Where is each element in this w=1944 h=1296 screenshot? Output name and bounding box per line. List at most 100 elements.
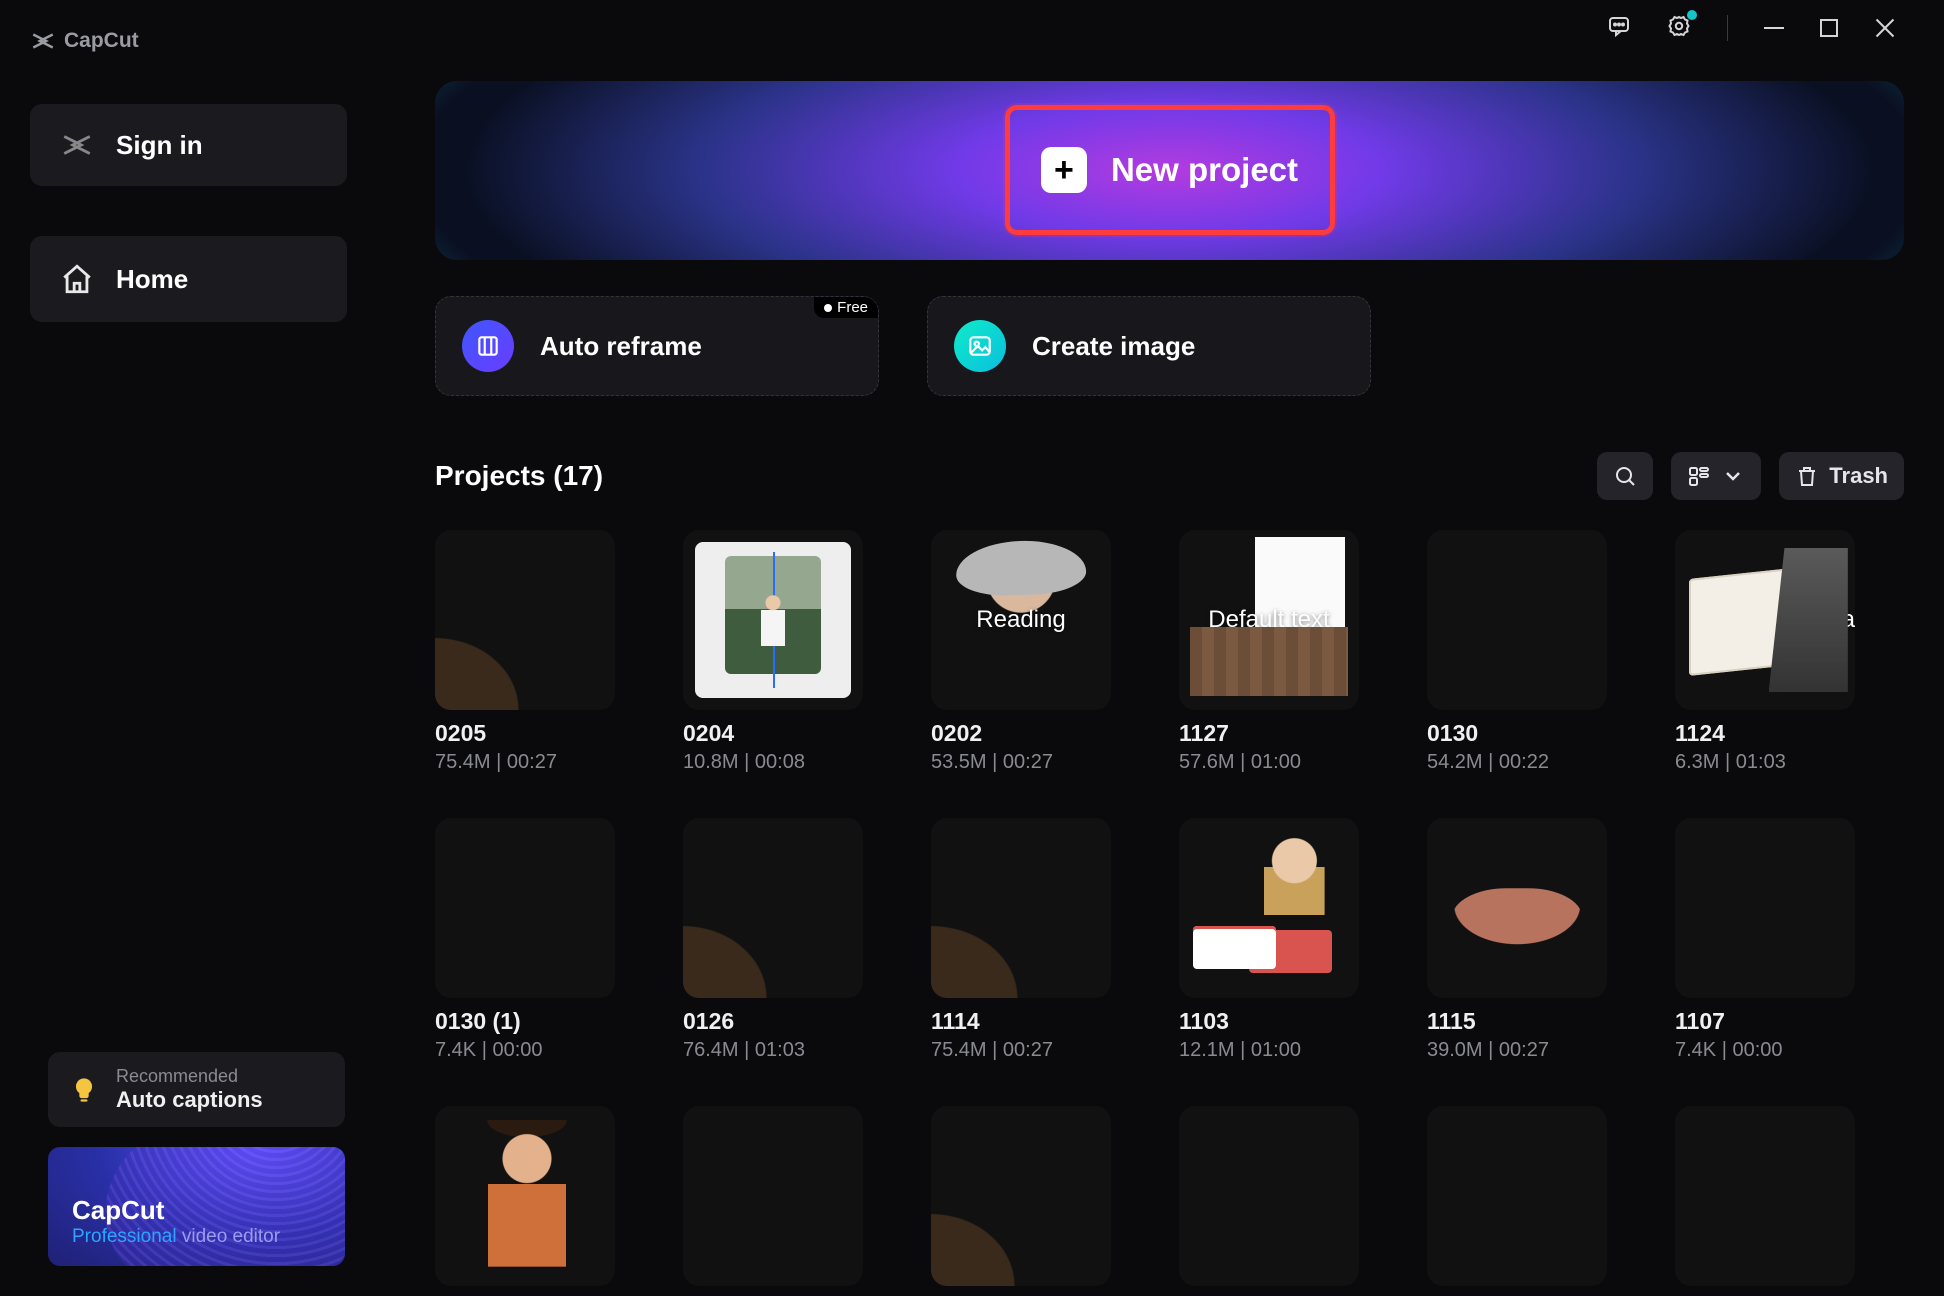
projects-heading: Projects (17): [435, 460, 603, 492]
project-name: 1107: [1675, 1008, 1855, 1035]
create-image-icon: [954, 320, 1006, 372]
project-meta: 10.8M | 00:08: [683, 751, 863, 774]
home-label: Home: [116, 264, 188, 295]
project-card: rea 1124 6.3M | 01:03: [1675, 530, 1855, 774]
project-card: Default text 1127 57.6M | 01:00: [1179, 530, 1359, 774]
project-thumbnail[interactable]: Default text: [1179, 530, 1359, 710]
projects-grid: 0205 75.4M | 00:27 0204 10.8M | 00:08 Readin…: [435, 530, 1904, 1296]
project-thumbnail[interactable]: [1179, 818, 1359, 998]
project-thumbnail[interactable]: [435, 818, 615, 998]
window-maximize-button[interactable]: [1820, 19, 1838, 37]
project-card: [1427, 1106, 1607, 1296]
create-image-tile[interactable]: Create image: [927, 296, 1371, 396]
project-meta: 75.4M | 00:27: [435, 751, 615, 774]
project-thumbnail[interactable]: [435, 530, 615, 710]
project-thumbnail[interactable]: [1427, 530, 1607, 710]
project-name: 0202: [931, 720, 1111, 747]
lightbulb-icon: [70, 1076, 98, 1104]
sidebar: CapCut Sign in Home Recommended Auto cap…: [0, 0, 395, 1296]
project-meta: 12.1M | 01:00: [1179, 1039, 1359, 1062]
project-card: Reading 0202 53.5M | 00:27: [931, 530, 1111, 774]
project-thumbnail[interactable]: [1675, 818, 1855, 998]
project-card: [683, 1106, 863, 1296]
project-card: 1115 39.0M | 00:27: [1427, 818, 1607, 1062]
project-name: 1103: [1179, 1008, 1359, 1035]
capcut-logo-icon: [30, 28, 56, 54]
promo-card[interactable]: CapCut Professional video editor: [48, 1147, 345, 1266]
project-thumbnail[interactable]: [683, 530, 863, 710]
search-icon: [1613, 464, 1637, 488]
signin-button[interactable]: Sign in: [30, 104, 347, 186]
create-image-label: Create image: [1032, 331, 1195, 362]
project-name: 0126: [683, 1008, 863, 1035]
project-card: 0130 54.2M | 00:22: [1427, 530, 1607, 774]
project-card: 1103 12.1M | 01:00: [1179, 818, 1359, 1062]
project-thumbnail[interactable]: [931, 818, 1111, 998]
auto-reframe-tile[interactable]: Free Auto reframe: [435, 296, 879, 396]
project-card: 0204 10.8M | 00:08: [683, 530, 863, 774]
project-name: 1127: [1179, 720, 1359, 747]
app-logo: CapCut: [30, 28, 347, 54]
project-meta: 53.5M | 00:27: [931, 751, 1111, 774]
notification-dot: [1687, 10, 1697, 20]
auto-reframe-icon: [462, 320, 514, 372]
project-thumbnail[interactable]: rea: [1675, 530, 1855, 710]
project-name: 1124: [1675, 720, 1855, 747]
sidebar-item-home[interactable]: Home: [30, 236, 347, 322]
project-meta: 57.6M | 01:00: [1179, 751, 1359, 774]
annotation-highlight: [1005, 105, 1335, 235]
project-name: 1115: [1427, 1008, 1607, 1035]
promo-title: CapCut: [72, 1195, 321, 1226]
project-card: 111475.4M | 00:27: [931, 818, 1111, 1062]
project-card: 11077.4K | 00:00: [1675, 818, 1855, 1062]
titlebar-divider: [1727, 15, 1728, 41]
trash-button[interactable]: Trash: [1779, 452, 1904, 500]
free-badge: Free: [814, 297, 878, 318]
search-projects-button[interactable]: [1597, 452, 1653, 500]
project-thumbnail[interactable]: [1179, 1106, 1359, 1286]
feedback-button[interactable]: [1607, 14, 1631, 43]
recommended-feature: Auto captions: [116, 1087, 263, 1113]
new-project-hero: + New project: [435, 81, 1904, 260]
project-name: 1114: [931, 1008, 1111, 1035]
project-name: 0204: [683, 720, 863, 747]
project-thumbnail[interactable]: [435, 1106, 615, 1286]
project-name: 0130 (1): [435, 1008, 615, 1035]
thumbnail-overlay-text: Default text: [1179, 606, 1359, 634]
project-name: 0205: [435, 720, 615, 747]
signin-label: Sign in: [116, 130, 203, 161]
project-thumbnail[interactable]: [1427, 818, 1607, 998]
chevron-down-icon: [1721, 464, 1745, 488]
project-thumbnail[interactable]: Reading: [931, 530, 1111, 710]
project-name: 0130: [1427, 720, 1607, 747]
project-meta: 54.2M | 00:22: [1427, 751, 1607, 774]
thumbnail-overlay-text: Reading: [931, 606, 1111, 634]
capcut-user-icon: [60, 128, 94, 162]
project-card: 0126 76.4M | 01:03: [683, 818, 863, 1062]
app-name: CapCut: [64, 29, 139, 53]
home-icon: [60, 262, 94, 296]
recommended-card[interactable]: Recommended Auto captions: [48, 1052, 345, 1127]
settings-button[interactable]: [1667, 14, 1691, 43]
thumbnail-overlay-text: rea: [1814, 606, 1855, 634]
project-meta: 76.4M | 01:03: [683, 1039, 863, 1062]
project-thumbnail[interactable]: [683, 818, 863, 998]
window-titlebar: [435, 0, 1904, 57]
project-thumbnail[interactable]: [931, 1106, 1111, 1286]
project-card: [1675, 1106, 1855, 1296]
trash-icon: [1795, 464, 1819, 488]
project-thumbnail[interactable]: [683, 1106, 863, 1286]
project-meta: 39.0M | 00:27: [1427, 1039, 1607, 1062]
main-content: + New project Free Auto reframe Create i…: [395, 0, 1944, 1296]
trash-label: Trash: [1829, 463, 1888, 489]
recommended-label: Recommended: [116, 1066, 263, 1087]
project-thumbnail[interactable]: [1675, 1106, 1855, 1286]
project-meta: 6.3M | 01:03: [1675, 751, 1855, 774]
project-meta: 7.4K | 00:00: [435, 1039, 615, 1062]
window-close-button[interactable]: [1874, 17, 1896, 39]
window-minimize-button[interactable]: [1764, 27, 1784, 29]
project-card: 0205 75.4M | 00:27: [435, 530, 615, 774]
view-layout-button[interactable]: [1671, 452, 1761, 500]
project-card: [1179, 1106, 1359, 1296]
project-thumbnail[interactable]: [1427, 1106, 1607, 1286]
